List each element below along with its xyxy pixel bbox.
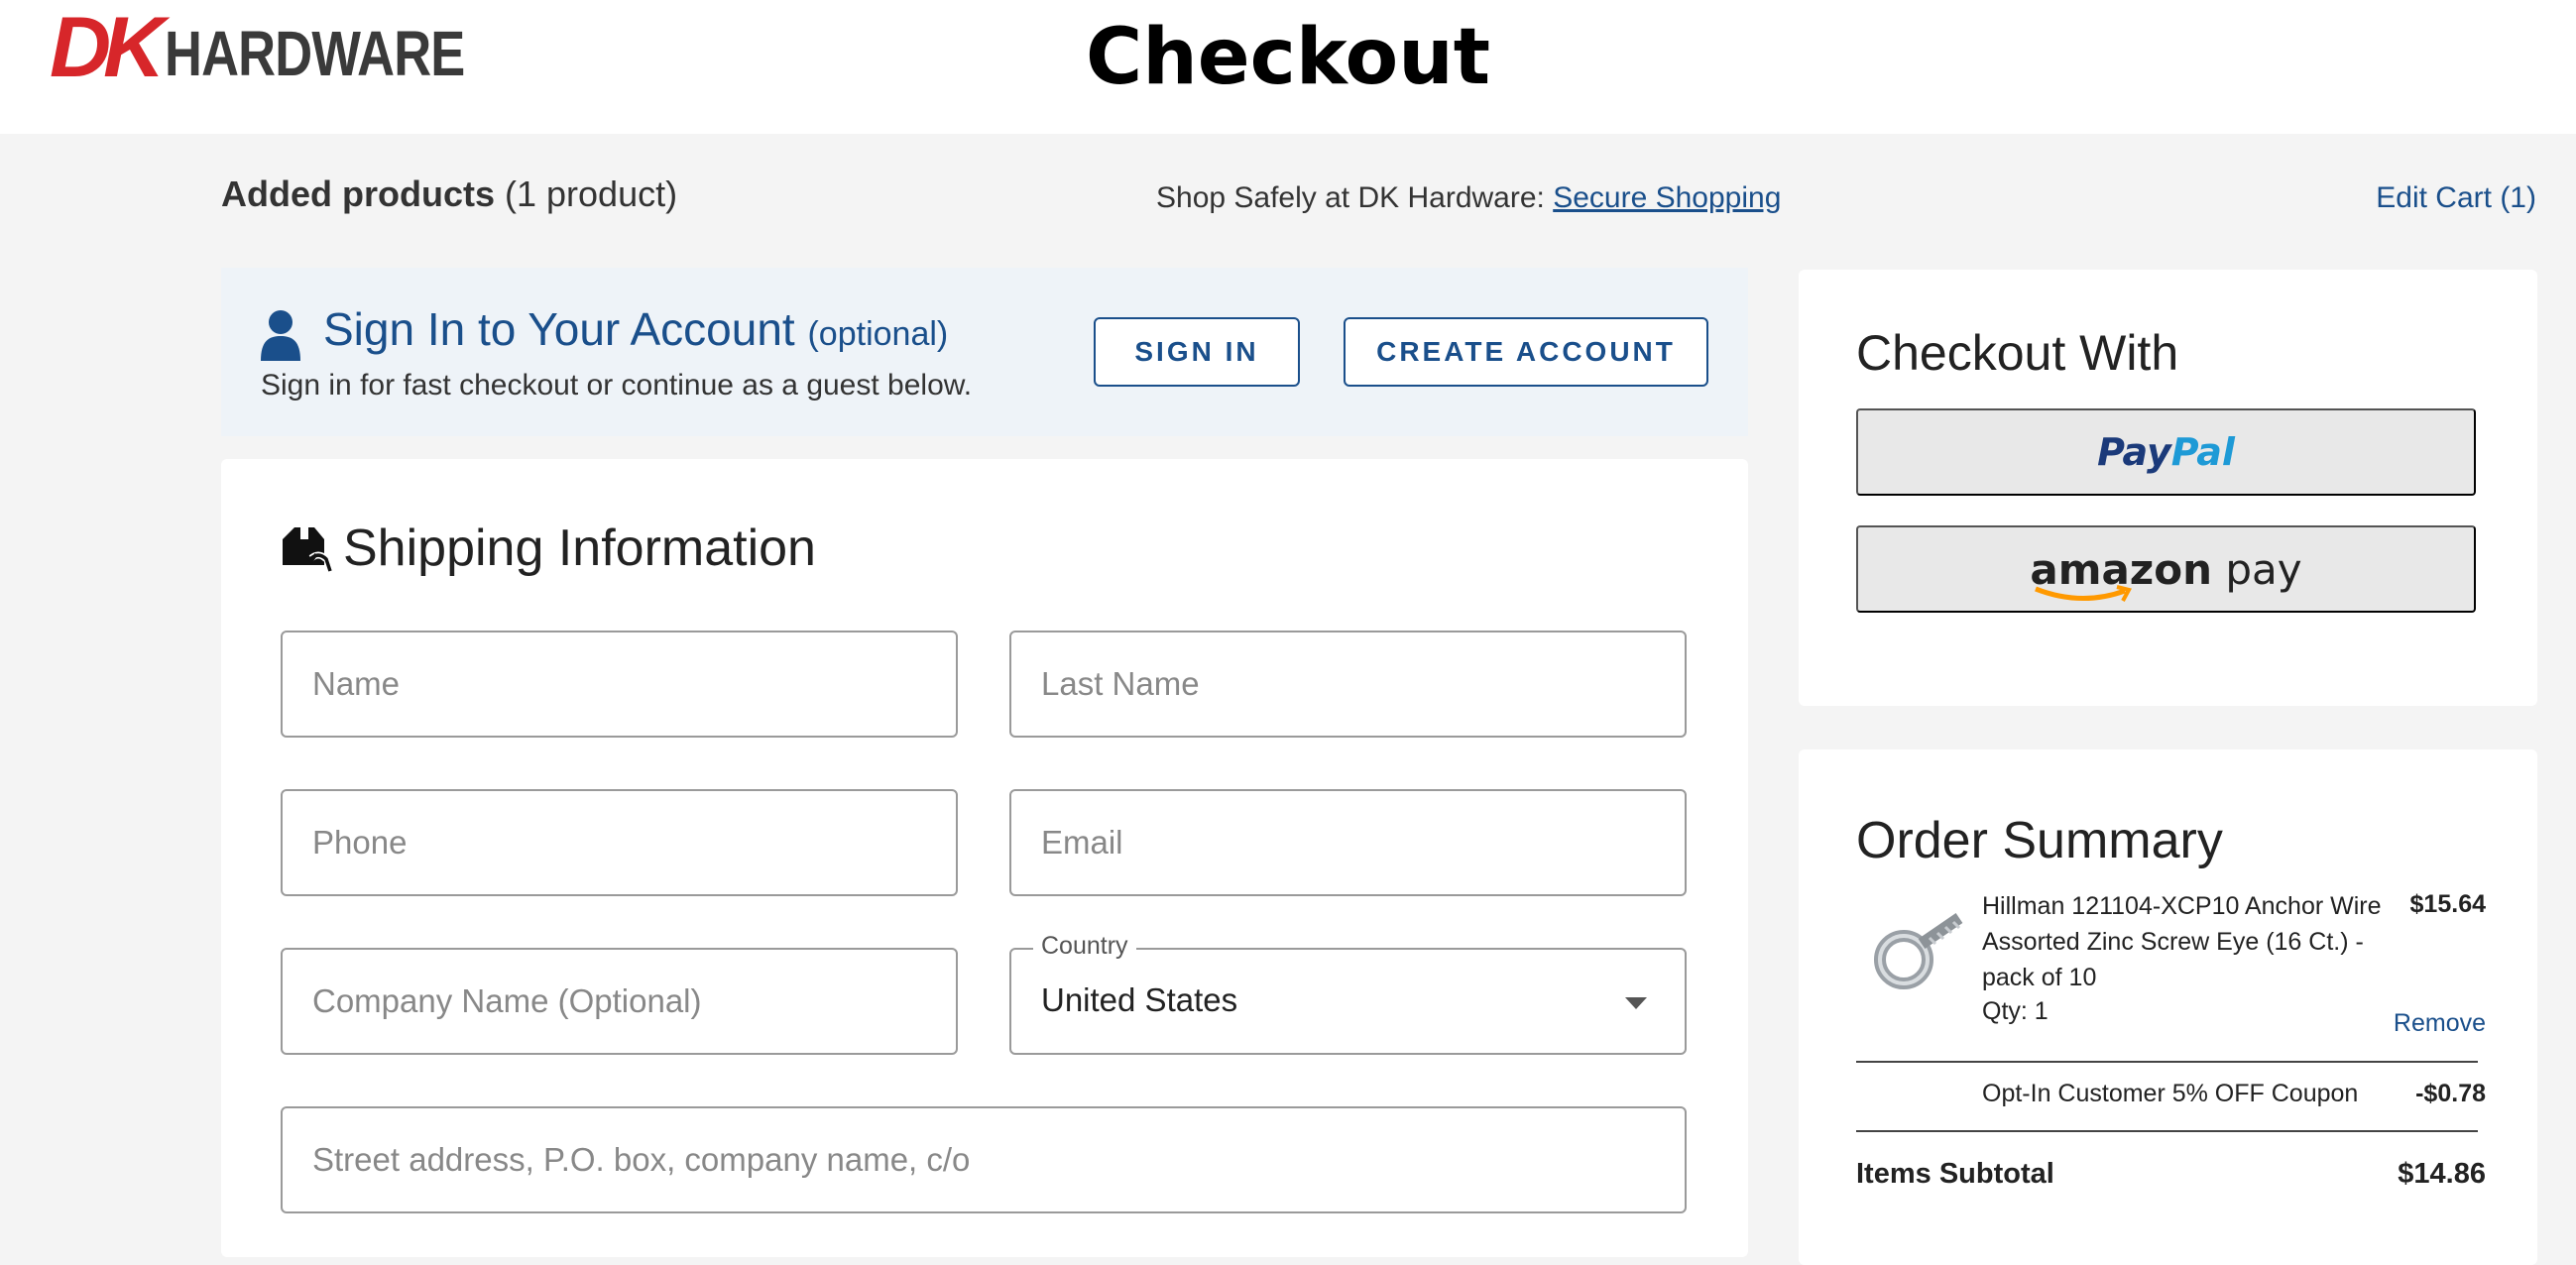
shipping-information-card: Shipping Information Country United Stat… [221,459,1748,1257]
product-name: Hillman 121104-XCP10 Anchor Wire Assorte… [1982,892,2382,991]
amazon-logo-pay: pay [2212,544,2302,594]
added-products-label: Added products [221,173,495,214]
items-subtotal-value: $14.86 [2398,1158,2486,1190]
shop-safely-text: Shop Safely at DK Hardware: [1156,181,1545,214]
amazon-smile-icon [2035,584,2133,602]
secure-shopping-link[interactable]: Secure Shopping [1553,181,1781,214]
sign-in-panel: Sign In to Your Account (optional) Sign … [221,268,1748,436]
name-field-wrapper [281,631,958,738]
email-field-wrapper [1009,789,1687,896]
order-summary-card: Order Summary Hillman 121104-XCP10 Ancho… [1799,749,2537,1265]
company-name-input[interactable] [283,950,956,1053]
site-header: DK HARDWARE Checkout [0,0,2576,134]
amazon-pay-button[interactable]: amazon pay [1856,525,2476,613]
person-icon [261,310,300,361]
create-account-button[interactable]: CREATE ACCOUNT [1344,317,1708,387]
shipping-title: Shipping Information [343,519,816,577]
phone-input[interactable] [283,791,956,894]
email-input[interactable] [1011,791,1685,894]
coupon-amount: -$0.78 [2415,1080,2486,1107]
added-products-count: (1 product) [505,173,678,214]
added-products-summary: Added products (1 product) [221,173,677,215]
caret-down-icon [1625,997,1647,1009]
sign-in-heading: Sign In to Your Account (optional) [323,302,948,356]
country-select[interactable]: Country United States [1009,932,1687,1055]
country-value: United States [1041,981,1238,1018]
checkout-with-card: Checkout With PayPal amazon pay [1799,270,2537,706]
edit-cart-link[interactable]: Edit Cart (1) [2376,181,2536,215]
paypal-logo-pal: Pal [2170,430,2235,474]
street-field-wrapper [281,1106,1687,1213]
sign-in-subtitle: Sign in for fast checkout or continue as… [261,369,973,402]
country-label: Country [1033,932,1136,961]
page-title: Checkout [1085,13,1491,102]
summary-divider [1856,1061,2478,1063]
phone-field-wrapper [281,789,958,896]
product-price: $15.64 [2409,890,2486,918]
paypal-logo: PayPal [2097,430,2235,474]
shipping-box-icon [283,527,332,572]
sign-in-title: Sign In to Your Account [323,303,795,355]
last-name-field-wrapper [1009,631,1687,738]
screw-eye-product-image [1874,913,1963,989]
company-field-wrapper [281,948,958,1055]
summary-divider [1856,1130,2478,1132]
shop-safely-notice: Shop Safely at DK Hardware: Secure Shopp… [1156,181,1781,215]
product-quantity: Qty: 1 [1982,997,2049,1025]
paypal-button[interactable]: PayPal [1856,408,2476,496]
items-subtotal-label: Items Subtotal [1856,1158,2054,1190]
last-name-input[interactable] [1011,632,1685,736]
amazon-pay-logo: amazon pay [2030,544,2302,602]
name-input[interactable] [283,632,956,736]
order-summary-title: Order Summary [1856,812,2223,869]
sign-in-button[interactable]: SIGN IN [1094,317,1300,387]
coupon-name: Opt-In Customer 5% OFF Coupon [1982,1080,2359,1107]
paypal-logo-pay: Pay [2097,430,2171,474]
street-address-input[interactable] [283,1108,1685,1211]
checkout-with-title: Checkout With [1856,325,2179,381]
remove-item-link[interactable]: Remove [2394,1009,2486,1038]
sign-in-optional: (optional) [807,315,949,353]
